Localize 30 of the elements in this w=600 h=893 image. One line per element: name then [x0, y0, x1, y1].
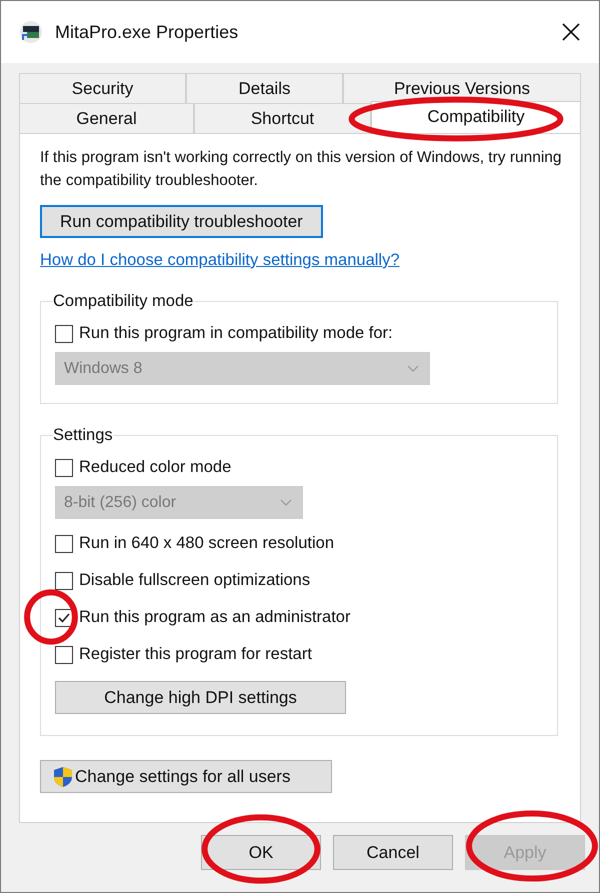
close-icon[interactable]: [561, 22, 581, 42]
checkbox-label[interactable]: Disable fullscreen optimizations: [79, 571, 310, 590]
checkbox-label[interactable]: Register this program for restart: [79, 645, 312, 664]
checkbox[interactable]: [55, 572, 73, 590]
high-dpi-button[interactable]: Change high DPI settings: [55, 681, 346, 714]
program-icon: [19, 20, 43, 44]
shield-icon: [53, 766, 73, 788]
checkbox-label[interactable]: Run in 640 x 480 screen resolution: [79, 534, 334, 553]
tab[interactable]: General: [19, 103, 194, 133]
checkbox-label[interactable]: Run this program in compatibility mode for:: [79, 324, 393, 343]
checkbox[interactable]: [55, 458, 73, 476]
checkbox[interactable]: [55, 324, 73, 342]
help-link[interactable]: How do I choose compatibility settings manually?: [40, 251, 400, 270]
checkbox[interactable]: [55, 608, 73, 626]
tab[interactable]: Details: [186, 73, 343, 103]
group-title: Settings: [53, 426, 113, 445]
window-title: MitaPro.exe Properties: [55, 22, 240, 42]
tab[interactable]: Shortcut: [194, 103, 371, 133]
troubleshooter-button[interactable]: Run compatibility troubleshooter: [40, 205, 323, 238]
group-title: Compatibility mode: [53, 292, 194, 311]
chevron-icon: [407, 364, 419, 372]
intro-text: If this program isn't working correctly on this version of Windows, try running the compatibility troubleshooter.: [40, 148, 563, 191]
checkbox[interactable]: [55, 534, 73, 552]
checkbox[interactable]: [55, 646, 73, 664]
dialog-button[interactable]: Cancel: [333, 835, 453, 870]
all-users-button[interactable]: Change settings for all users: [40, 760, 332, 793]
checkbox-label[interactable]: Reduced color mode: [79, 458, 232, 477]
checkbox-label[interactable]: Run this program as an administrator: [79, 608, 350, 627]
chevron-icon: [280, 498, 292, 506]
tab[interactable]: Security: [19, 73, 186, 103]
